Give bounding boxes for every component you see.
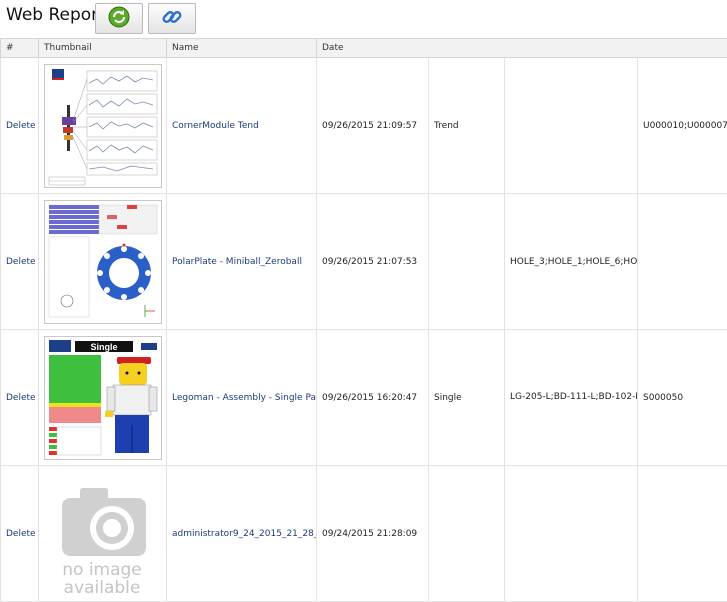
report-date: 09/26/2015 21:07:53 <box>322 257 417 267</box>
thumbnail-banner: Single <box>90 342 117 352</box>
report-type: Trend <box>434 121 459 131</box>
report-date: 09/26/2015 21:09:57 <box>322 121 417 131</box>
report-type: Single <box>434 393 462 403</box>
toolbar: Web Reports <box>0 0 727 38</box>
reports-table: # Thumbnail Name Date Delete <box>0 38 727 602</box>
table-row: Delete no image available administrator9… <box>1 466 727 602</box>
report-features: LG-205-L;BD-111-L;BD-102-L;LG-206-L;HN-1… <box>510 392 638 402</box>
refresh-icon <box>107 5 131 33</box>
column-header-index[interactable]: # <box>1 39 39 58</box>
report-date: 09/26/2015 16:20:47 <box>322 393 417 403</box>
link-icon <box>160 5 184 33</box>
no-image-text-line1: no image <box>62 560 142 580</box>
table-row: Delete <box>1 194 727 330</box>
link-button[interactable] <box>148 3 196 34</box>
polar-plate-thumbnail[interactable] <box>44 200 162 324</box>
table-row: Delete Single <box>1 330 727 466</box>
legoman-thumbnail[interactable]: Single <box>44 336 162 460</box>
report-name-link[interactable]: CornerModule Tend <box>172 121 259 131</box>
report-serials: S000050 <box>643 393 683 403</box>
no-image-placeholder[interactable]: no image available <box>44 472 162 596</box>
report-name-link[interactable]: Legoman - Assembly - Single Part Report <box>172 393 317 403</box>
column-header-name[interactable]: Name <box>167 39 317 58</box>
column-header-thumbnail[interactable]: Thumbnail <box>39 39 167 58</box>
table-row: Delete <box>1 58 727 194</box>
report-name-link[interactable]: administrator9_24_2015_21_28_0 <box>172 529 317 539</box>
table-header-row: # Thumbnail Name Date <box>1 39 727 58</box>
delete-link[interactable]: Delete <box>6 257 36 267</box>
refresh-button[interactable] <box>95 3 143 34</box>
report-name-link[interactable]: PolarPlate - Miniball_Zeroball <box>172 257 302 267</box>
report-date: 09/24/2015 21:28:09 <box>322 529 417 539</box>
column-header-date[interactable]: Date <box>317 39 727 58</box>
report-features: HOLE_3;HOLE_1;HOLE_6;HOLE <box>510 257 638 267</box>
delete-link[interactable]: Delete <box>6 393 36 403</box>
report-serials: U000010;U000007 <box>643 121 727 131</box>
delete-link[interactable]: Delete <box>6 529 36 539</box>
delete-link[interactable]: Delete <box>6 121 36 131</box>
trend-report-thumbnail[interactable] <box>44 64 162 188</box>
